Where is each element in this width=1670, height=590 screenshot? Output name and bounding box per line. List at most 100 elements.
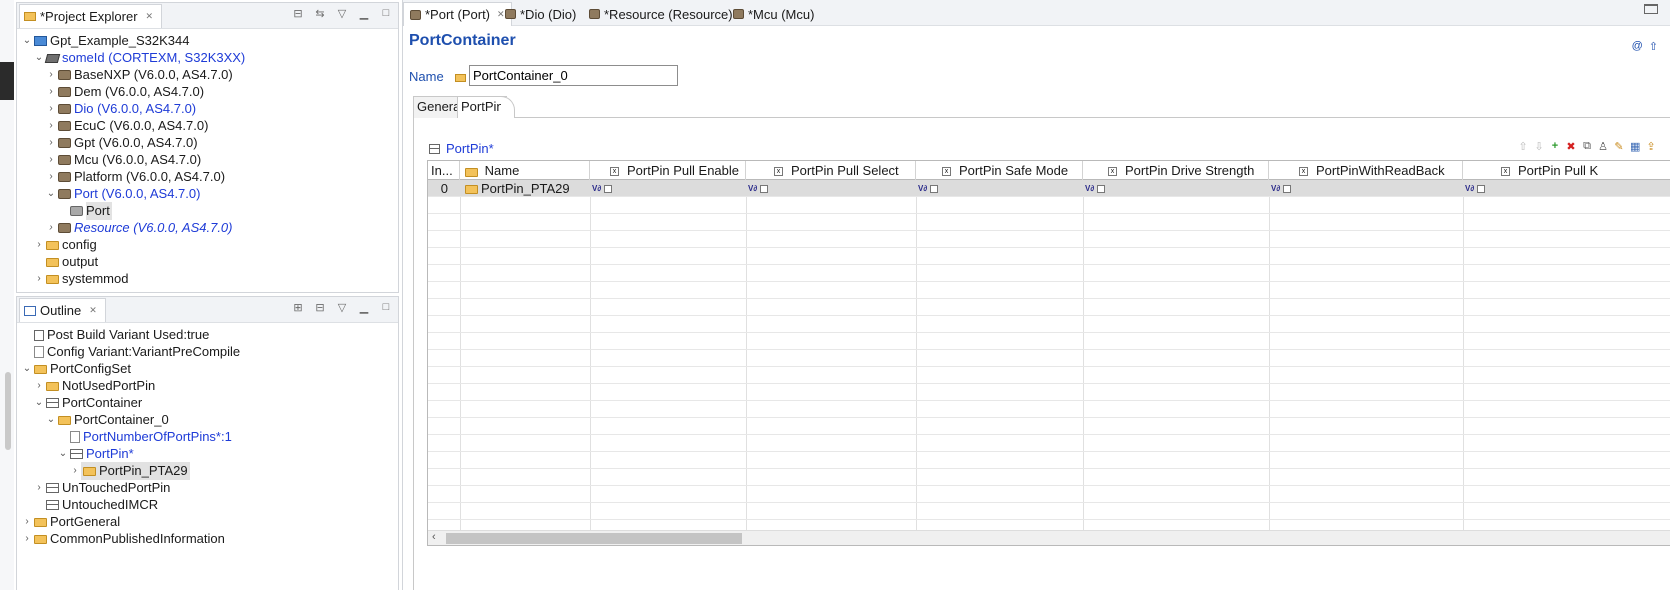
chevron-right-icon[interactable]: › (45, 117, 57, 135)
side-scrollbar[interactable] (5, 372, 11, 450)
chevron-right-icon[interactable]: › (45, 83, 57, 101)
outline-item[interactable]: Config Variant:VariantPreCompile (21, 343, 240, 361)
column-header-name[interactable]: Name (460, 161, 590, 180)
tree-item[interactable]: › Resource (V6.0.0, AS4.7.0) (45, 219, 232, 237)
chevron-right-icon[interactable]: › (33, 479, 45, 497)
tab-portpin[interactable]: PortPin (457, 96, 507, 118)
close-icon[interactable]: ✕ (146, 11, 154, 22)
readback-cell[interactable]: V∂ (1271, 180, 1292, 197)
at-icon[interactable]: @ (1632, 40, 1643, 53)
pull-select-checkbox[interactable] (760, 184, 769, 193)
scroll-left-icon[interactable]: ‹ (432, 531, 436, 543)
chevron-down-icon[interactable]: ⌄ (57, 445, 69, 463)
delete-icon[interactable]: ✖ (1566, 140, 1576, 153)
view-menu-icon[interactable]: ▽ (336, 7, 348, 20)
drive-strength-checkbox[interactable] (1097, 184, 1106, 193)
readback-checkbox[interactable] (1283, 184, 1292, 193)
move-up-icon[interactable]: ⇧ (1518, 140, 1528, 153)
outline-item[interactable]: ⌄ PortContainer_0 (45, 411, 169, 429)
link-editor-icon[interactable]: ⇆ (314, 7, 326, 20)
outline-item-selected[interactable]: › PortPin_PTA29 (69, 462, 190, 480)
move-down-icon[interactable]: ⇩ (1534, 140, 1544, 153)
outline-item[interactable]: PortNumberOfPortPins*:1 (57, 428, 232, 446)
pull-keep-cell[interactable]: V∂ (1465, 180, 1486, 197)
maximize-icon[interactable]: □ (380, 7, 392, 20)
column-header-drive-strength[interactable]: x PortPin Drive Strength (1083, 161, 1269, 180)
maximize-icon[interactable]: □ (380, 301, 392, 314)
chevron-right-icon[interactable]: › (21, 530, 33, 548)
maximize-icon[interactable] (1644, 4, 1658, 14)
tree-item[interactable]: › systemmod (33, 270, 128, 288)
drive-strength-cell[interactable]: V∂ (1085, 180, 1106, 197)
copy-icon[interactable]: ⧉ (1582, 140, 1592, 153)
chevron-right-icon[interactable]: › (45, 66, 57, 84)
outline-item[interactable]: › PortGeneral (21, 513, 120, 531)
horizontal-scrollbar[interactable]: ‹ (428, 530, 1670, 545)
tree-item[interactable]: › Platform (V6.0.0, AS4.7.0) (45, 168, 225, 186)
outline-item[interactable]: › NotUsedPortPin (33, 377, 155, 395)
collapse-all-icon[interactable]: ⊟ (292, 7, 304, 20)
outline-item[interactable]: ⌄ PortConfigSet (21, 360, 131, 378)
chevron-right-icon[interactable]: › (21, 513, 33, 531)
chevron-right-icon[interactable]: › (33, 270, 45, 288)
column-header-index[interactable]: In... (428, 161, 460, 180)
chevron-right-icon[interactable]: › (45, 168, 57, 186)
table-view-icon[interactable]: ▦ (1630, 140, 1640, 153)
tree-item[interactable]: › BaseNXP (V6.0.0, AS4.7.0) (45, 66, 232, 84)
outline-item[interactable]: UntouchedIMCR (33, 496, 158, 514)
add-icon[interactable]: + (1550, 140, 1560, 153)
tab-dio[interactable]: *Dio (Dio) (499, 2, 582, 26)
chevron-down-icon[interactable]: ⌄ (21, 32, 33, 50)
export-icon[interactable]: ⇪ (1646, 140, 1656, 153)
column-header-pull-select[interactable]: x PortPin Pull Select (746, 161, 916, 180)
outline-item[interactable]: ⌄ PortContainer (33, 394, 142, 412)
chevron-right-icon[interactable]: › (33, 236, 45, 254)
column-header-pull-keep[interactable]: x PortPin Pull K (1463, 161, 1670, 180)
safe-mode-checkbox[interactable] (930, 184, 939, 193)
scrollbar-thumb[interactable] (446, 533, 742, 544)
chevron-right-icon[interactable]: › (33, 377, 45, 395)
expand-all-icon[interactable]: ⊞ (292, 301, 304, 314)
chevron-right-icon[interactable]: › (45, 219, 57, 237)
project-explorer-tab[interactable]: *Project Explorer ✕ (19, 4, 163, 28)
tree-item[interactable]: ⌄ Port (V6.0.0, AS4.7.0) (45, 185, 201, 203)
pull-enable-checkbox[interactable] (604, 184, 613, 193)
tree-item[interactable]: › config (33, 236, 96, 254)
outline-item[interactable]: ⌄ PortPin* (57, 445, 134, 463)
tree-item[interactable]: › EcuC (V6.0.0, AS4.7.0) (45, 117, 208, 135)
tab-mcu[interactable]: *Mcu (Mcu) (727, 2, 820, 26)
chevron-right-icon[interactable]: › (45, 100, 57, 118)
safe-mode-cell[interactable]: V∂ (918, 180, 939, 197)
user-icon[interactable]: ♙ (1598, 140, 1608, 153)
up-arrow-icon[interactable]: ⇧ (1649, 40, 1658, 53)
chevron-down-icon[interactable]: ⌄ (33, 394, 45, 412)
tree-item[interactable]: ⌄ Gpt_Example_S32K344 (21, 32, 190, 50)
outline-item[interactable]: › UnTouchedPortPin (33, 479, 170, 497)
minimize-icon[interactable]: ▁ (358, 301, 370, 314)
name-input[interactable] (469, 65, 678, 86)
outline-item[interactable]: Post Build Variant Used:true (21, 326, 209, 344)
tree-item[interactable]: › Gpt (V6.0.0, AS4.7.0) (45, 134, 197, 152)
tree-item[interactable]: › Dem (V6.0.0, AS4.7.0) (45, 83, 204, 101)
tree-item[interactable]: ⌄ someId (CORTEXM, S32K3XX) (33, 49, 245, 67)
chevron-right-icon[interactable]: › (69, 462, 81, 480)
column-header-pull-enable[interactable]: x PortPin Pull Enable (590, 161, 746, 180)
chevron-down-icon[interactable]: ⌄ (33, 49, 45, 67)
tree-item[interactable]: output (33, 253, 98, 271)
pull-keep-checkbox[interactable] (1477, 184, 1486, 193)
pull-enable-cell[interactable]: V∂ (592, 180, 613, 197)
collapse-all-icon[interactable]: ⊟ (314, 301, 326, 314)
chevron-right-icon[interactable]: › (45, 151, 57, 169)
outline-tab[interactable]: Outline ✕ (19, 298, 106, 322)
chevron-down-icon[interactable]: ⌄ (45, 185, 57, 203)
column-header-readback[interactable]: x PortPinWithReadBack (1269, 161, 1463, 180)
close-icon[interactable]: ✕ (89, 305, 97, 316)
outline-item[interactable]: › CommonPublishedInformation (21, 530, 225, 548)
chevron-right-icon[interactable]: › (45, 134, 57, 152)
tab-resource[interactable]: *Resource (Resource) (583, 2, 739, 26)
chevron-down-icon[interactable]: ⌄ (21, 360, 33, 378)
tree-item[interactable]: › Dio (V6.0.0, AS4.7.0) (45, 100, 196, 118)
chevron-down-icon[interactable]: ⌄ (45, 411, 57, 429)
edit-icon[interactable]: ✎ (1614, 140, 1624, 153)
tree-item[interactable]: › Mcu (V6.0.0, AS4.7.0) (45, 151, 201, 169)
